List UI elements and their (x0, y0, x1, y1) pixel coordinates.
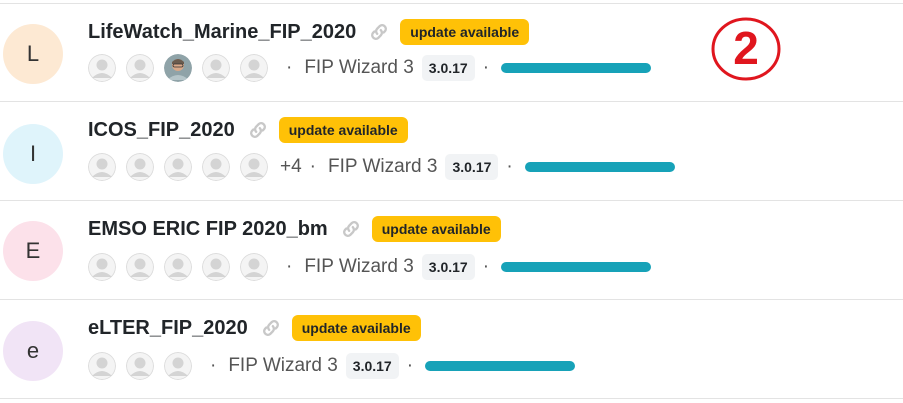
template-version: 3.0.17 (421, 254, 475, 280)
project-name[interactable]: eLTER_FIP_2020 (88, 317, 248, 340)
user-photo-avatar (164, 54, 192, 82)
user-avatar (88, 54, 116, 82)
separator: · (286, 57, 293, 78)
project-initial-avatar: e (3, 321, 63, 381)
user-avatar (240, 253, 268, 281)
template-version: 3.0.17 (445, 154, 499, 180)
user-avatar (88, 153, 116, 181)
user-avatar (202, 153, 230, 181)
template-version: 3.0.17 (421, 55, 475, 81)
project-row[interactable]: E EMSO ERIC FIP 2020_bm update available… (0, 201, 903, 301)
user-avatar (126, 153, 154, 181)
user-avatar (164, 153, 192, 181)
project-progress-bar (524, 162, 675, 172)
template-name: FIP Wizard 3 (328, 156, 438, 177)
project-title-line: LifeWatch_Marine_FIP_2020 update availab… (88, 17, 530, 47)
project-name[interactable]: ICOS_FIP_2020 (88, 119, 235, 142)
link-icon[interactable] (340, 218, 362, 240)
user-avatar (126, 54, 154, 82)
user-avatar (202, 54, 230, 82)
project-name[interactable]: EMSO ERIC FIP 2020_bm (88, 218, 328, 241)
link-icon[interactable] (368, 21, 390, 43)
link-icon[interactable] (247, 119, 269, 141)
project-row[interactable]: I ICOS_FIP_2020 update available +4 · FI… (0, 102, 903, 202)
user-avatar (240, 153, 268, 181)
separator: · (482, 57, 490, 78)
project-title-line: ICOS_FIP_2020 update available (88, 115, 408, 145)
user-avatar (164, 253, 192, 281)
more-users-count[interactable]: +4 (280, 156, 302, 178)
separator: · (482, 256, 490, 277)
project-title-line: eLTER_FIP_2020 update available (88, 313, 421, 343)
project-initial-avatar: I (3, 124, 63, 184)
project-list: L LifeWatch_Marine_FIP_2020 update avail… (0, 0, 903, 403)
user-avatar (126, 253, 154, 281)
link-icon[interactable] (260, 317, 282, 339)
step-number-label: 2 (733, 22, 759, 74)
separator: · (210, 355, 217, 376)
project-initial-avatar: L (3, 24, 63, 84)
project-progress-bar (501, 262, 652, 272)
separator: · (406, 355, 414, 376)
user-avatar (88, 253, 116, 281)
project-progress-bar (425, 361, 576, 371)
update-available-badge: update available (400, 19, 530, 45)
project-meta-line: +4 · FIP Wizard 3 3.0.17 · (88, 152, 675, 182)
divider (0, 398, 903, 399)
user-avatar (164, 352, 192, 380)
update-available-badge: update available (278, 117, 408, 143)
template-name: FIP Wizard 3 (304, 57, 414, 78)
project-meta-line: · FIP Wizard 3 3.0.17 · (88, 351, 576, 381)
template-version: 3.0.17 (345, 353, 399, 379)
project-progress-bar (501, 63, 652, 73)
project-title-line: EMSO ERIC FIP 2020_bm update available (88, 214, 501, 244)
update-available-badge: update available (371, 216, 501, 242)
project-name[interactable]: LifeWatch_Marine_FIP_2020 (88, 21, 356, 44)
project-meta-line: · FIP Wizard 3 3.0.17 · (88, 53, 652, 83)
template-name: FIP Wizard 3 (228, 355, 338, 376)
separator: · (309, 156, 316, 177)
separator: · (506, 156, 513, 177)
project-row[interactable]: e eLTER_FIP_2020 update available · FIP … (0, 300, 903, 400)
template-name: FIP Wizard 3 (304, 256, 414, 277)
project-meta-line: · FIP Wizard 3 3.0.17 · (88, 252, 652, 282)
user-avatar (126, 352, 154, 380)
user-avatar (88, 352, 116, 380)
user-avatar (202, 253, 230, 281)
project-initial-avatar: E (3, 221, 63, 281)
user-avatar (240, 54, 268, 82)
separator: · (286, 256, 293, 277)
step-number-annotation: 2 (711, 17, 781, 81)
update-available-badge: update available (291, 315, 421, 341)
